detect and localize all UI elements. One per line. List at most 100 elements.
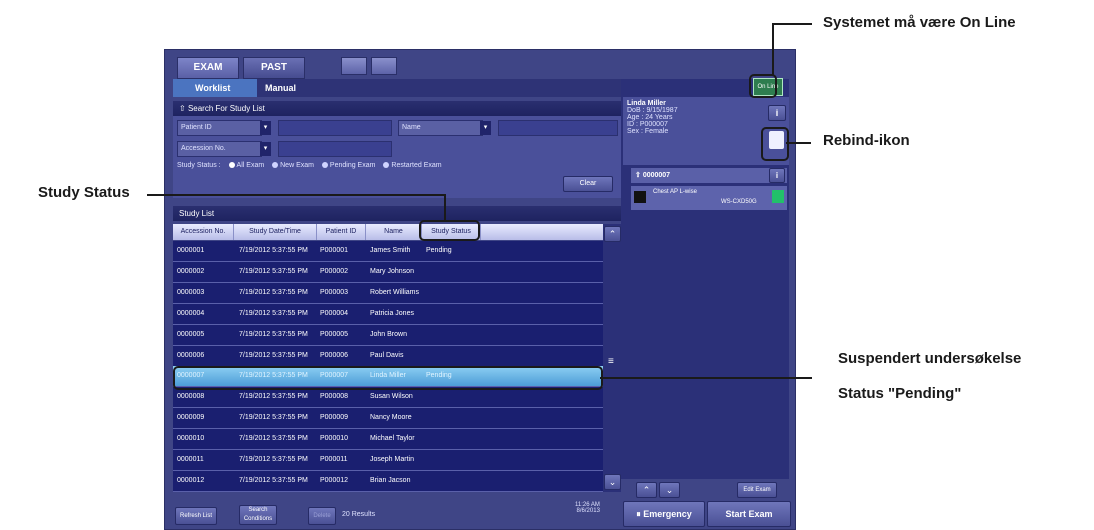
- exam-item[interactable]: Chest AP L-wise WS-CXD50G: [631, 186, 787, 210]
- scrollbar[interactable]: ⌃ ≡ ⌄: [603, 224, 621, 492]
- table-row[interactable]: 0000006 7/19/2012 5:37:55 PM P000006 Paul D…: [173, 345, 603, 367]
- cell-status: Pending: [426, 247, 452, 254]
- clock-date: 8/6/2013: [576, 508, 600, 514]
- annotation-suspended: Suspendert undersøkelse: [838, 350, 1022, 367]
- emergency-label: Emergency: [643, 509, 692, 519]
- suspended-row-highlight: [173, 366, 603, 390]
- move-up-icon[interactable]: ⌃: [636, 482, 657, 498]
- search-conditions-button[interactable]: Search Conditions: [239, 505, 277, 525]
- suspended-leader: [600, 377, 812, 379]
- exam-info-icon[interactable]: i: [769, 168, 785, 183]
- annotation-pending: Status "Pending": [838, 385, 962, 402]
- patient-dob: DoB : 9/15/1987: [627, 107, 678, 114]
- study-list-table: Accession No. Study Date/Time Patient ID…: [173, 224, 604, 492]
- table-row[interactable]: 0000003 7/19/2012 5:37:55 PM P000003 Robert…: [173, 282, 603, 304]
- column-header-patient-id[interactable]: Patient ID: [317, 224, 366, 240]
- cell-patient-id: P000010: [320, 435, 349, 443]
- cell-name: Brian Jacson: [370, 476, 411, 484]
- patient-id-dropdown[interactable]: ▾: [260, 121, 271, 135]
- scroll-up-icon[interactable]: ⌃: [604, 226, 621, 242]
- radio-restarted-label: Restarted Exam: [391, 162, 442, 169]
- cell-patient-id: P000001: [320, 247, 349, 254]
- emergency-button[interactable]: ⏸ Emergency: [623, 501, 705, 527]
- table-row[interactable]: 0000012 7/19/2012 5:37:55 PM P000012 Brian …: [173, 470, 603, 492]
- scroll-thumb-icon[interactable]: ≡: [608, 356, 614, 367]
- edit-exam-button[interactable]: Edit Exam: [737, 482, 777, 498]
- cell-date: 7/19/2012 5:37:55 PM: [239, 330, 308, 338]
- exam-accession: 0000007: [642, 172, 671, 179]
- cell-patient-id: P000005: [320, 330, 349, 338]
- cell-date: 7/19/2012 5:37:55 PM: [239, 351, 308, 359]
- cell-name: James Smith: [370, 247, 411, 254]
- clear-button[interactable]: Clear: [563, 176, 613, 192]
- online-highlight: [749, 74, 777, 98]
- tab-exam[interactable]: EXAM: [177, 57, 239, 79]
- cell-date: 7/19/2012 5:37:55 PM: [239, 414, 308, 422]
- cell-date: 7/19/2012 5:37:55 PM: [239, 456, 308, 463]
- status-leader-horizontal: [147, 194, 445, 196]
- study-status-filter: Study Status : All Exam New Exam Pending…: [177, 162, 442, 169]
- cell-date: 7/19/2012 5:37:55 PM: [239, 288, 308, 296]
- online-leader-horizontal: [772, 23, 812, 25]
- radio-all[interactable]: [228, 162, 235, 169]
- subtab-manual[interactable]: Manual: [243, 79, 335, 97]
- collapse-icon[interactable]: ⇧: [179, 104, 188, 113]
- start-exam-button[interactable]: Start Exam: [707, 501, 791, 527]
- cell-patient-id: P000004: [320, 309, 349, 317]
- table-row[interactable]: 0000008 7/19/2012 5:37:55 PM P000008 Susan …: [173, 387, 603, 409]
- cell-date: 7/19/2012 5:37:55 PM: [239, 247, 308, 254]
- cell-date: 7/19/2012 5:37:55 PM: [239, 476, 308, 484]
- table-row[interactable]: 0000011 7/19/2012 5:37:55 PM P000011 Joseph…: [173, 450, 603, 471]
- patient-id-label: Patient ID: [177, 120, 262, 136]
- tab-past[interactable]: PAST: [243, 57, 305, 79]
- column-header-accession[interactable]: Accession No.: [173, 224, 234, 240]
- cell-name: Nancy Moore: [370, 414, 412, 422]
- cell-name: Michael Taylor: [370, 435, 415, 443]
- table-row[interactable]: 0000009 7/19/2012 5:37:55 PM P000009 Nancy …: [173, 408, 603, 430]
- exam-thumbnail: [634, 191, 646, 203]
- name-input[interactable]: [498, 120, 618, 136]
- cell-accession: 0000005: [177, 330, 205, 338]
- radio-new[interactable]: [272, 162, 279, 169]
- cell-accession: 0000011: [177, 456, 204, 463]
- cell-accession: 0000009: [177, 414, 205, 422]
- table-row[interactable]: 0000002 7/19/2012 5:37:55 PM P000002 Mary J…: [173, 261, 603, 283]
- name-dropdown[interactable]: ▾: [480, 121, 491, 135]
- accession-dropdown[interactable]: ▾: [260, 142, 271, 156]
- cell-name: Patricia Jones: [370, 309, 414, 317]
- cell-name: Paul Davis: [370, 351, 404, 359]
- table-row[interactable]: 0000010 7/19/2012 5:37:55 PM P000010 Michae…: [173, 429, 603, 451]
- column-header-blank: [481, 224, 604, 240]
- delete-button[interactable]: Delete: [308, 507, 336, 525]
- cell-date: 7/19/2012 5:37:55 PM: [239, 435, 308, 443]
- table-row[interactable]: 0000004 7/19/2012 5:37:55 PM P000004 Patric…: [173, 303, 603, 325]
- info-icon[interactable]: i: [768, 105, 786, 121]
- collapse-exam-icon[interactable]: ⇧: [631, 172, 643, 179]
- cell-patient-id: P000012: [320, 476, 349, 484]
- application-window: EXAM PAST Worklist Manual ⇧ Search For S…: [164, 49, 796, 530]
- accession-input[interactable]: [278, 141, 392, 157]
- study-list-header: Study List: [173, 206, 632, 221]
- refresh-list-button[interactable]: Refresh List: [175, 507, 217, 525]
- radio-pending[interactable]: [321, 162, 328, 169]
- radio-pending-label: Pending Exam: [329, 162, 376, 169]
- cell-accession: 0000002: [177, 267, 205, 275]
- cell-accession: 0000001: [177, 247, 205, 254]
- monitor-icon[interactable]: [341, 57, 367, 75]
- status-leader-vertical: [444, 194, 446, 222]
- radio-restarted[interactable]: [383, 162, 390, 169]
- table-row[interactable]: 0000001 7/19/2012 5:37:55 PM P000001 James …: [173, 241, 603, 262]
- scroll-down-icon[interactable]: ⌄: [604, 474, 621, 490]
- move-down-icon[interactable]: ⌄: [659, 482, 680, 498]
- patient-name: Linda Miller: [627, 100, 666, 107]
- image-icon[interactable]: [371, 57, 397, 75]
- exam-item-name: Chest AP L-wise: [653, 189, 697, 195]
- accession-label: Accession No.: [177, 141, 262, 157]
- table-row[interactable]: 0000005 7/19/2012 5:37:55 PM P000005 John B…: [173, 324, 603, 346]
- annotation-rebind: Rebind-ikon: [823, 132, 910, 149]
- detector-status-icon: [772, 190, 784, 203]
- column-header-name[interactable]: Name: [366, 224, 422, 240]
- column-header-date[interactable]: Study Date/Time: [234, 224, 317, 240]
- patient-id-input[interactable]: [278, 120, 392, 136]
- cell-name: Mary Johnson: [370, 267, 414, 275]
